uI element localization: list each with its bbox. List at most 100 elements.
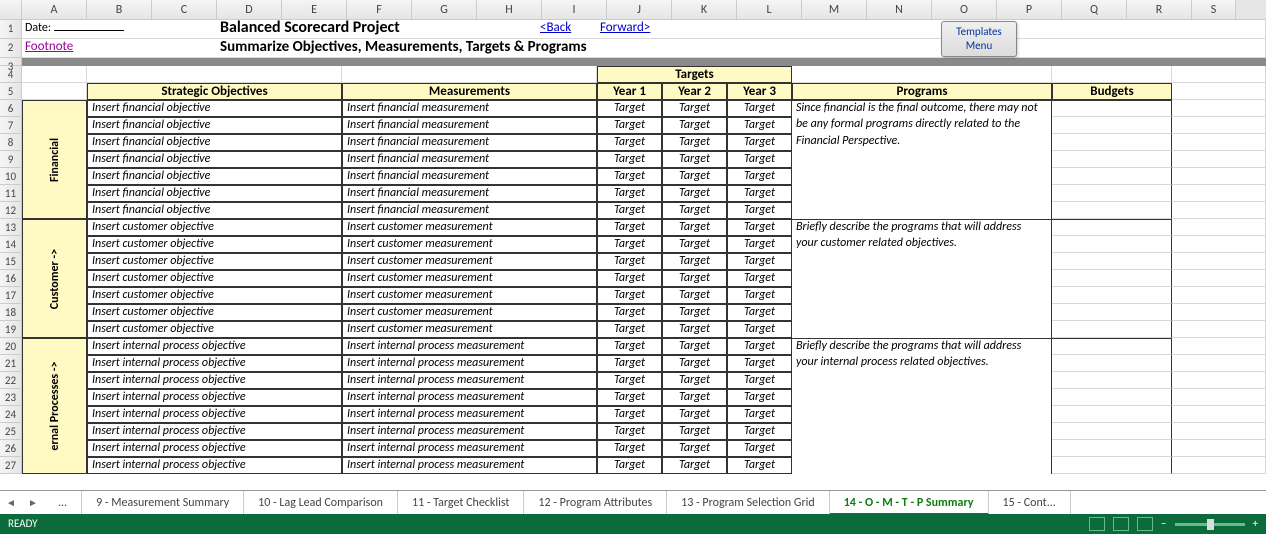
empty-cell[interactable] — [1172, 355, 1266, 372]
target-cell[interactable]: Target — [727, 168, 792, 185]
zoom-slider-handle[interactable] — [1207, 519, 1214, 530]
measurement-cell[interactable]: Insert customer measurement — [342, 236, 597, 253]
budget-cell[interactable] — [1052, 406, 1172, 423]
back-link[interactable]: <Back — [540, 20, 571, 35]
measurement-cell[interactable]: Insert internal process measurement — [342, 440, 597, 457]
objective-cell[interactable]: Insert financial objective — [87, 185, 342, 202]
col-header-R[interactable]: R — [1127, 0, 1192, 19]
target-cell[interactable]: Target — [597, 185, 662, 202]
target-cell[interactable]: Target — [662, 253, 727, 270]
program-cell[interactable]: Briefly describe the programs that will … — [792, 338, 1052, 355]
program-cell[interactable] — [792, 202, 1052, 219]
row-header-1[interactable]: 1 — [0, 20, 22, 39]
objective-cell[interactable]: Insert customer objective — [87, 236, 342, 253]
target-cell[interactable]: Target — [662, 440, 727, 457]
target-cell[interactable]: Target — [597, 253, 662, 270]
empty-cell[interactable] — [1172, 321, 1266, 338]
objective-cell[interactable]: Insert financial objective — [87, 202, 342, 219]
budget-cell[interactable] — [1052, 389, 1172, 406]
target-cell[interactable]: Target — [727, 219, 792, 236]
program-cell[interactable]: Briefly describe the programs that will … — [792, 219, 1052, 236]
target-cell[interactable]: Target — [727, 389, 792, 406]
budget-cell[interactable] — [1052, 151, 1172, 168]
row-header-13[interactable]: 13 — [0, 219, 22, 236]
program-cell[interactable]: your internal process related objectives… — [792, 355, 1052, 372]
program-cell[interactable]: be any formal programs directly related … — [792, 117, 1052, 134]
col-header-M[interactable]: M — [802, 0, 867, 19]
target-cell[interactable]: Target — [662, 185, 727, 202]
budget-cell[interactable] — [1052, 168, 1172, 185]
program-cell[interactable] — [792, 389, 1052, 406]
target-cell[interactable]: Target — [727, 372, 792, 389]
target-cell[interactable]: Target — [727, 100, 792, 117]
objective-cell[interactable]: Insert internal process objective — [87, 338, 342, 355]
row-header-8[interactable]: 8 — [0, 134, 22, 151]
program-cell[interactable] — [792, 304, 1052, 321]
target-cell[interactable]: Target — [597, 270, 662, 287]
target-cell[interactable]: Target — [727, 253, 792, 270]
sheet-tab[interactable]: 13 - Program Selection Grid — [667, 491, 830, 515]
target-cell[interactable]: Target — [727, 423, 792, 440]
target-cell[interactable]: Target — [662, 355, 727, 372]
row-header-20[interactable]: 20 — [0, 338, 22, 355]
empty-cell[interactable] — [1172, 389, 1266, 406]
empty-cell[interactable] — [1172, 423, 1266, 440]
target-cell[interactable]: Target — [662, 338, 727, 355]
row-header-6[interactable]: 6 — [0, 100, 22, 117]
empty-cell[interactable] — [1172, 304, 1266, 321]
row-header-21[interactable]: 21 — [0, 355, 22, 372]
target-cell[interactable]: Target — [597, 202, 662, 219]
empty-cell[interactable] — [1172, 406, 1266, 423]
target-cell[interactable]: Target — [662, 423, 727, 440]
target-cell[interactable]: Target — [727, 355, 792, 372]
empty-cell[interactable] — [1172, 270, 1266, 287]
target-cell[interactable]: Target — [727, 287, 792, 304]
measurement-cell[interactable]: Insert financial measurement — [342, 151, 597, 168]
target-cell[interactable]: Target — [727, 440, 792, 457]
col-header-H[interactable]: H — [477, 0, 542, 19]
budget-cell[interactable] — [1052, 270, 1172, 287]
budget-cell[interactable] — [1052, 423, 1172, 440]
col-header-N[interactable]: N — [867, 0, 932, 19]
target-cell[interactable]: Target — [727, 304, 792, 321]
target-cell[interactable]: Target — [662, 372, 727, 389]
program-cell[interactable]: Financial Perspective. — [792, 134, 1052, 151]
col-header-B[interactable]: B — [87, 0, 152, 19]
target-cell[interactable]: Target — [727, 151, 792, 168]
objective-cell[interactable]: Insert customer objective — [87, 304, 342, 321]
col-header-F[interactable]: F — [347, 0, 412, 19]
program-cell[interactable]: Since financial is the final outcome, th… — [792, 100, 1052, 117]
budget-cell[interactable] — [1052, 219, 1172, 236]
program-cell[interactable] — [792, 372, 1052, 389]
budget-cell[interactable] — [1052, 202, 1172, 219]
measurement-cell[interactable]: Insert financial measurement — [342, 202, 597, 219]
sheet-tab[interactable]: 10 - Lag Lead Comparison — [244, 491, 398, 515]
target-cell[interactable]: Target — [597, 134, 662, 151]
row-header-3[interactable]: 3 — [0, 58, 22, 66]
target-cell[interactable]: Target — [727, 117, 792, 134]
target-cell[interactable]: Target — [597, 236, 662, 253]
target-cell[interactable]: Target — [662, 134, 727, 151]
target-cell[interactable]: Target — [727, 270, 792, 287]
program-cell[interactable] — [792, 168, 1052, 185]
measurement-cell[interactable]: Insert financial measurement — [342, 100, 597, 117]
row-header-18[interactable]: 18 — [0, 304, 22, 321]
target-cell[interactable]: Target — [662, 321, 727, 338]
row-header-5[interactable]: 5 — [0, 83, 22, 100]
row-header-25[interactable]: 25 — [0, 423, 22, 440]
col-header-C[interactable]: C — [152, 0, 217, 19]
empty-cell[interactable] — [1172, 202, 1266, 219]
row-header-14[interactable]: 14 — [0, 236, 22, 253]
worksheet-grid[interactable]: Date: Balanced Scorecard Project <Back F… — [22, 20, 1266, 474]
target-cell[interactable]: Target — [662, 236, 727, 253]
measurement-cell[interactable]: Insert financial measurement — [342, 185, 597, 202]
measurement-cell[interactable]: Insert internal process measurement — [342, 338, 597, 355]
tab-scroll-left[interactable]: ◄ — [0, 491, 22, 515]
target-cell[interactable]: Target — [662, 389, 727, 406]
target-cell[interactable]: Target — [727, 406, 792, 423]
target-cell[interactable]: Target — [662, 100, 727, 117]
target-cell[interactable]: Target — [597, 287, 662, 304]
row-header-4[interactable]: 4 — [0, 66, 22, 83]
tab-scroll-right[interactable]: ► — [22, 491, 44, 515]
view-page-break-icon[interactable] — [1137, 517, 1153, 531]
